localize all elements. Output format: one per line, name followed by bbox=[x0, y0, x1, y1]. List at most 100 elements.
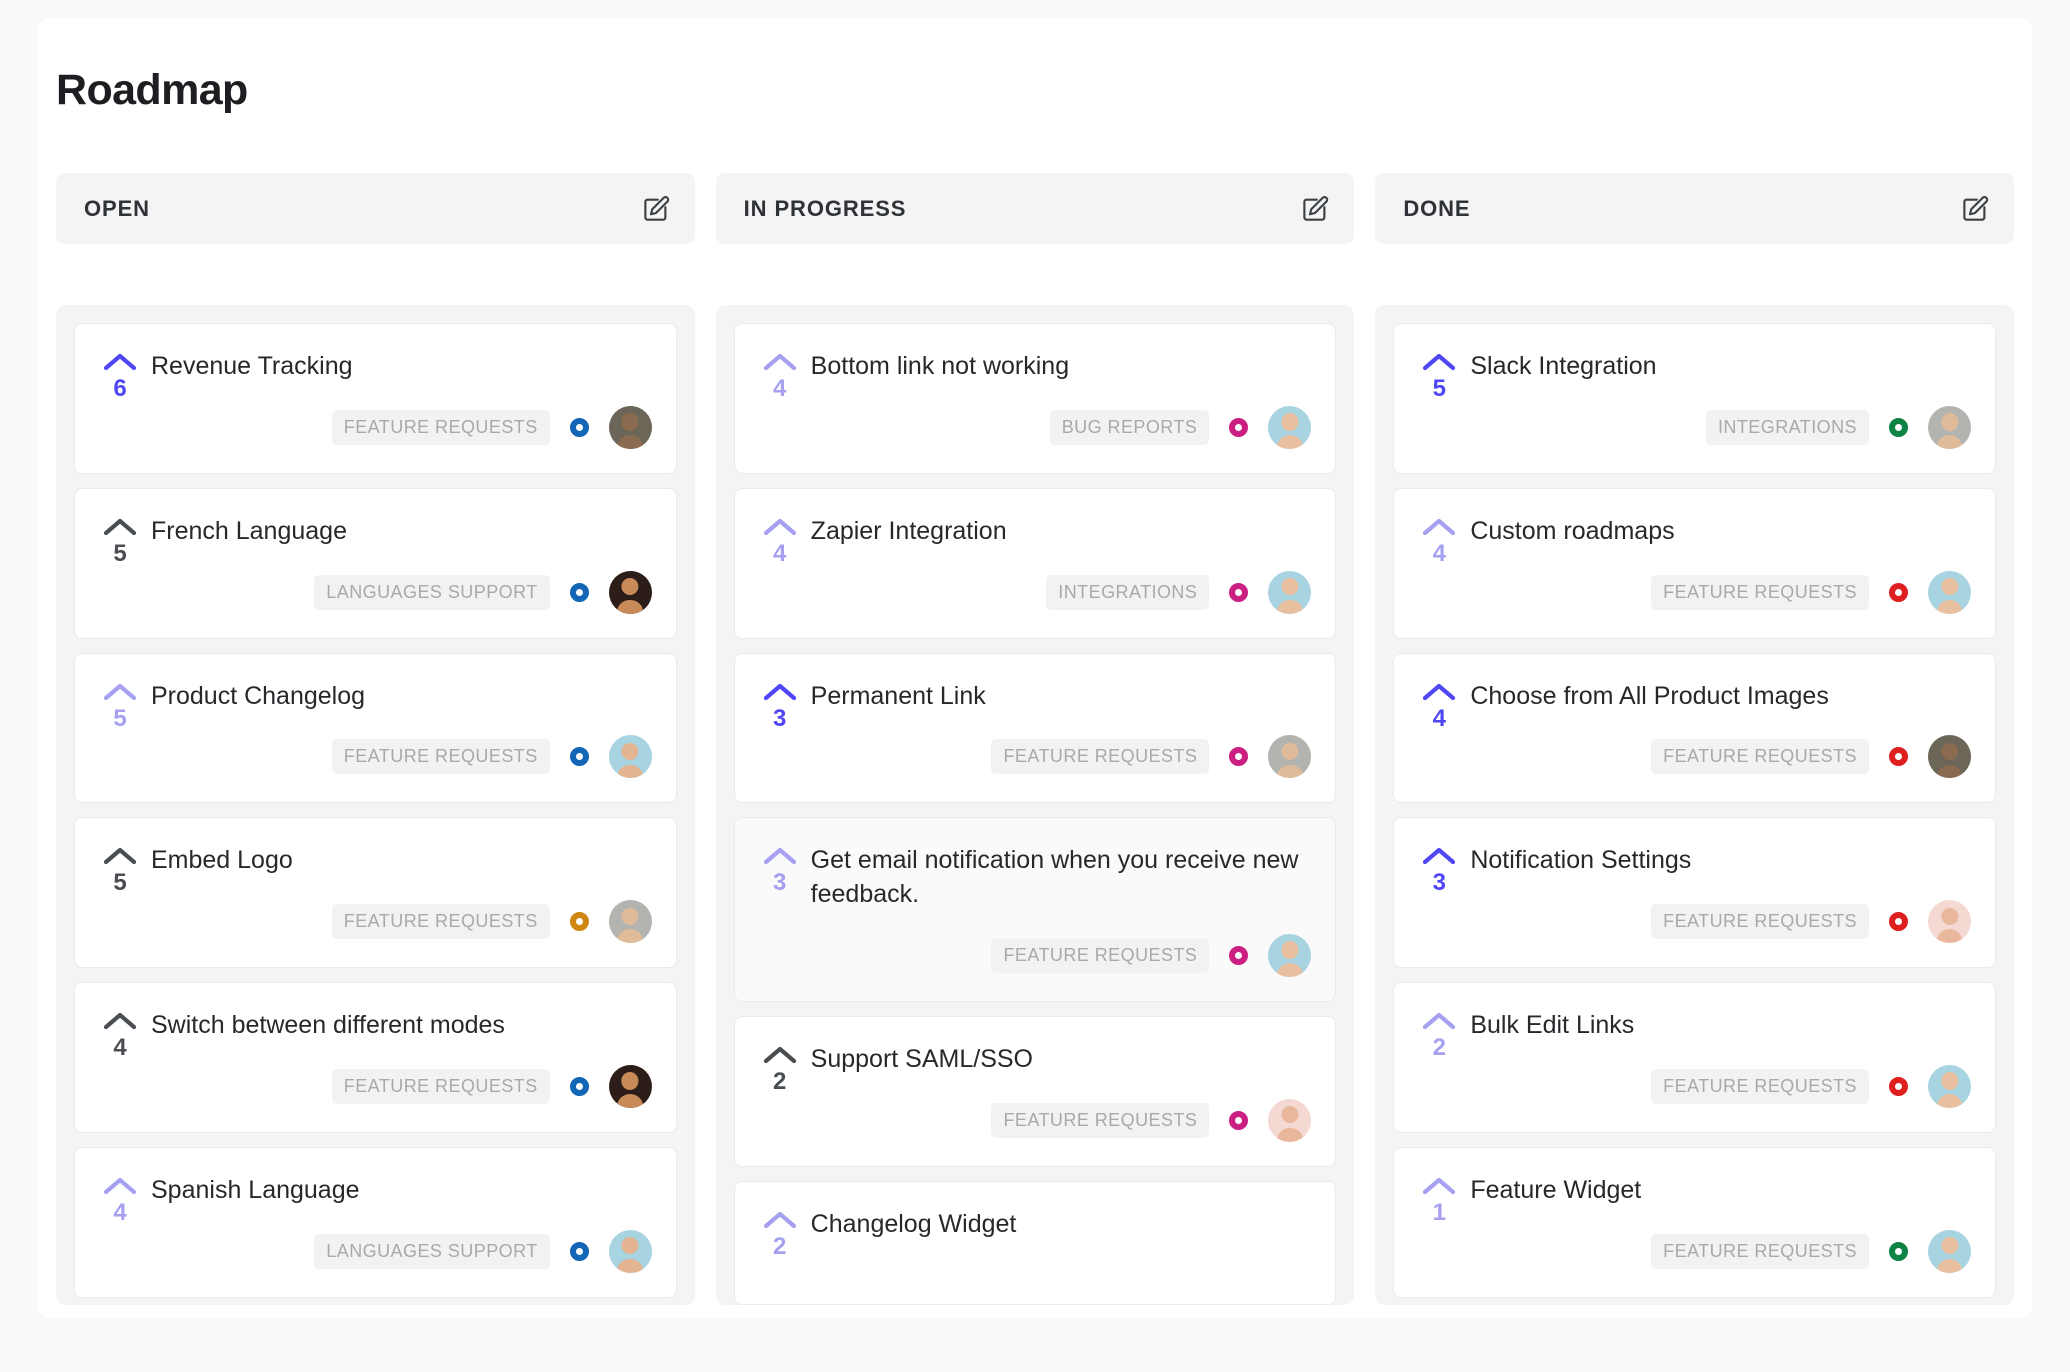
chevron-up-icon[interactable] bbox=[763, 352, 797, 372]
category-badge[interactable]: LANGUAGES SUPPORT bbox=[314, 1233, 550, 1269]
card-meta: FEATURE REQUESTS bbox=[811, 1098, 1312, 1142]
roadmap-card[interactable]: 4 Switch between different modes FEATURE R… bbox=[74, 982, 677, 1133]
upvote-control[interactable]: 4 bbox=[1416, 515, 1462, 569]
roadmap-card[interactable]: 4 Custom roadmaps FEATURE REQUESTS bbox=[1393, 487, 1997, 639]
category-badge[interactable]: FEATURE REQUESTS bbox=[991, 937, 1210, 973]
chevron-up-icon[interactable] bbox=[1422, 846, 1456, 866]
chevron-up-icon[interactable] bbox=[1422, 682, 1456, 702]
roadmap-card[interactable]: 5 Embed Logo FEATURE REQUESTS bbox=[74, 817, 677, 968]
chevron-up-icon[interactable] bbox=[1422, 517, 1456, 537]
chevron-up-icon[interactable] bbox=[103, 846, 137, 866]
vote-count: 2 bbox=[772, 1232, 787, 1260]
card-title[interactable]: Feature Widget bbox=[1470, 1174, 1971, 1208]
vote-count: 4 bbox=[1432, 539, 1447, 567]
upvote-control[interactable]: 2 bbox=[1416, 1009, 1462, 1063]
card-title[interactable]: Get email notification when you receive … bbox=[811, 844, 1312, 912]
upvote-control[interactable]: 2 bbox=[757, 1043, 803, 1097]
category-badge[interactable]: BUG REPORTS bbox=[1049, 409, 1210, 445]
upvote-control[interactable]: 4 bbox=[757, 515, 803, 569]
category-badge[interactable]: INTEGRATIONS bbox=[1046, 574, 1210, 610]
card-title[interactable]: Support SAML/SSO bbox=[811, 1043, 1312, 1077]
avatar bbox=[608, 405, 652, 449]
category-badge[interactable]: FEATURE REQUESTS bbox=[1651, 739, 1870, 775]
category-badge[interactable]: FEATURE REQUESTS bbox=[331, 904, 550, 939]
chevron-up-icon[interactable] bbox=[763, 846, 797, 866]
card-title[interactable]: Bulk Edit Links bbox=[1470, 1009, 1971, 1043]
roadmap-card[interactable]: 3 Permanent Link FEATURE REQUESTS bbox=[733, 652, 1337, 804]
chevron-up-icon[interactable] bbox=[763, 517, 797, 537]
roadmap-card[interactable]: 3 Get email notification when you receive… bbox=[733, 817, 1337, 1002]
category-badge[interactable]: FEATURE REQUESTS bbox=[1651, 904, 1870, 939]
card-title[interactable]: French Language bbox=[151, 515, 652, 549]
roadmap-card[interactable]: 4 Choose from All Product Images FEATURE R… bbox=[1393, 652, 1997, 804]
chevron-up-icon[interactable] bbox=[103, 1176, 137, 1196]
chevron-up-icon[interactable] bbox=[1422, 1176, 1456, 1196]
category-badge[interactable]: FEATURE REQUESTS bbox=[1651, 1233, 1870, 1269]
category-badge[interactable]: INTEGRATIONS bbox=[1705, 409, 1870, 445]
card-title[interactable]: Zapier Integration bbox=[811, 515, 1312, 549]
category-badge[interactable]: FEATURE REQUESTS bbox=[991, 1102, 1210, 1138]
upvote-control[interactable]: 4 bbox=[97, 1009, 143, 1063]
category-badge[interactable]: FEATURE REQUESTS bbox=[991, 739, 1210, 775]
category-badge[interactable]: FEATURE REQUESTS bbox=[1651, 574, 1870, 610]
category-badge[interactable]: FEATURE REQUESTS bbox=[331, 1068, 550, 1104]
chevron-up-icon[interactable] bbox=[763, 682, 797, 702]
chevron-up-icon[interactable] bbox=[103, 352, 137, 372]
chevron-up-icon[interactable] bbox=[763, 1210, 797, 1230]
category-badge[interactable]: FEATURE REQUESTS bbox=[1651, 1068, 1870, 1104]
category-badge[interactable]: FEATURE REQUESTS bbox=[331, 739, 550, 775]
upvote-control[interactable]: 6 bbox=[97, 350, 143, 404]
roadmap-card[interactable]: 5 French Language LANGUAGES SUPPORT bbox=[74, 487, 677, 639]
card-title[interactable]: Notification Settings bbox=[1470, 844, 1971, 878]
card-title[interactable]: Embed Logo bbox=[151, 844, 652, 878]
chevron-up-icon[interactable] bbox=[103, 682, 137, 702]
upvote-control[interactable]: 4 bbox=[757, 350, 803, 404]
roadmap-card[interactable]: 3 Notification Settings FEATURE REQUESTS bbox=[1393, 817, 1997, 968]
upvote-control[interactable]: 3 bbox=[1416, 844, 1462, 898]
upvote-control[interactable]: 4 bbox=[1416, 680, 1462, 734]
chevron-up-icon[interactable] bbox=[103, 1011, 137, 1031]
card-title[interactable]: Choose from All Product Images bbox=[1470, 680, 1971, 714]
upvote-control[interactable]: 5 bbox=[97, 844, 143, 898]
card-title[interactable]: Product Changelog bbox=[151, 680, 652, 714]
roadmap-card[interactable]: 5 Product Changelog FEATURE REQUESTS bbox=[74, 652, 677, 804]
status-dot-icon bbox=[1229, 417, 1249, 437]
roadmap-card[interactable]: 5 Slack Integration INTEGRATIONS bbox=[1393, 323, 1997, 474]
card-title[interactable]: Changelog Widget bbox=[811, 1208, 1312, 1242]
card-title[interactable]: Spanish Language bbox=[151, 1174, 652, 1208]
roadmap-card[interactable]: 4 Bottom link not working BUG REPORTS bbox=[733, 323, 1337, 474]
upvote-control[interactable]: 4 bbox=[97, 1174, 143, 1228]
upvote-control[interactable]: 5 bbox=[97, 515, 143, 569]
chevron-up-icon[interactable] bbox=[103, 517, 137, 537]
chevron-up-icon[interactable] bbox=[1422, 1011, 1456, 1031]
card-title[interactable]: Bottom link not working bbox=[811, 350, 1312, 384]
roadmap-card[interactable]: 2 Changelog Widget bbox=[733, 1180, 1337, 1305]
card-title[interactable]: Permanent Link bbox=[811, 680, 1312, 714]
status-dot-icon bbox=[1229, 1110, 1249, 1130]
chevron-up-icon[interactable] bbox=[763, 1045, 797, 1065]
roadmap-card[interactable]: 1 Feature Widget FEATURE REQUESTS bbox=[1393, 1146, 1997, 1298]
upvote-control[interactable]: 2 bbox=[757, 1208, 803, 1262]
square-pen-icon[interactable] bbox=[641, 194, 671, 224]
category-badge[interactable]: LANGUAGES SUPPORT bbox=[314, 574, 550, 610]
roadmap-card[interactable]: 4 Spanish Language LANGUAGES SUPPORT bbox=[74, 1146, 677, 1298]
roadmap-card[interactable]: 2 Bulk Edit Links FEATURE REQUESTS bbox=[1393, 982, 1997, 1133]
square-pen-icon[interactable] bbox=[1960, 194, 1990, 224]
upvote-control[interactable]: 1 bbox=[1416, 1174, 1462, 1228]
square-pen-icon[interactable] bbox=[1300, 194, 1330, 224]
upvote-control[interactable]: 3 bbox=[757, 680, 803, 734]
category-badge[interactable]: FEATURE REQUESTS bbox=[331, 409, 550, 445]
roadmap-card[interactable]: 4 Zapier Integration INTEGRATIONS bbox=[733, 487, 1337, 639]
roadmap-card[interactable]: 6 Revenue Tracking FEATURE REQUESTS bbox=[74, 323, 677, 474]
card-title[interactable]: Switch between different modes bbox=[151, 1009, 652, 1043]
card-title[interactable]: Revenue Tracking bbox=[151, 350, 652, 384]
upvote-control[interactable]: 5 bbox=[97, 680, 143, 734]
roadmap-card[interactable]: 2 Support SAML/SSO FEATURE REQUESTS bbox=[733, 1015, 1337, 1167]
status-dot-icon bbox=[1229, 747, 1249, 767]
upvote-control[interactable]: 3 bbox=[757, 844, 803, 898]
avatar bbox=[1268, 570, 1312, 614]
upvote-control[interactable]: 5 bbox=[1416, 350, 1462, 404]
chevron-up-icon[interactable] bbox=[1422, 352, 1456, 372]
card-title[interactable]: Slack Integration bbox=[1470, 350, 1971, 384]
card-title[interactable]: Custom roadmaps bbox=[1470, 515, 1971, 549]
